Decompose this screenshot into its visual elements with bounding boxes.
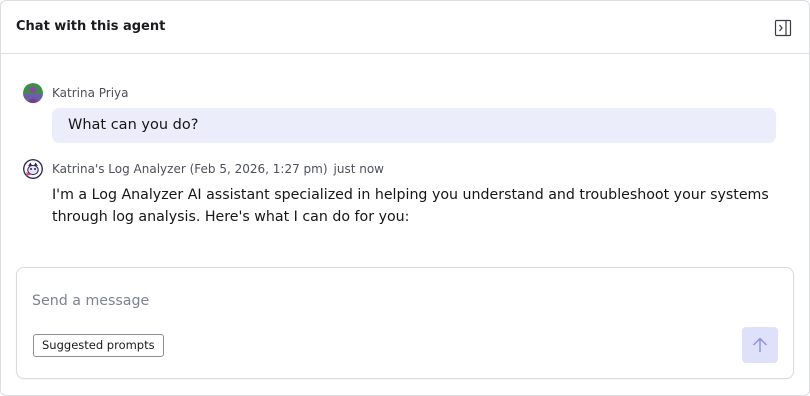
user-message-text: What can you do? [68, 117, 199, 133]
agent-avatar-icon [23, 159, 43, 179]
message-input[interactable] [32, 290, 632, 312]
arrow-up-icon [751, 336, 769, 354]
message-author: Katrina's Log Analyzer (Feb 5, 2026, 1:2… [52, 162, 384, 176]
message-composer: Suggested prompts [16, 267, 794, 379]
send-button[interactable] [742, 327, 778, 363]
agent-name: Katrina's Log Analyzer (Feb 5, 2026, 1:2… [52, 162, 328, 176]
message-author: Katrina Priya [52, 86, 129, 100]
message-timestamp: just now [333, 162, 384, 176]
panel-collapse-icon[interactable] [774, 19, 792, 37]
user-avatar-icon [23, 83, 43, 103]
suggested-prompts-button[interactable]: Suggested prompts [33, 334, 164, 357]
agent-message-text: I'm a Log Analyzer AI assistant speciali… [52, 187, 769, 225]
chat-panel: Chat with this agent Katrina Priya What … [0, 0, 810, 396]
panel-title: Chat with this agent [16, 19, 166, 34]
chat-header: Chat with this agent [1, 1, 809, 54]
user-message-bubble: What can you do? [52, 108, 776, 143]
